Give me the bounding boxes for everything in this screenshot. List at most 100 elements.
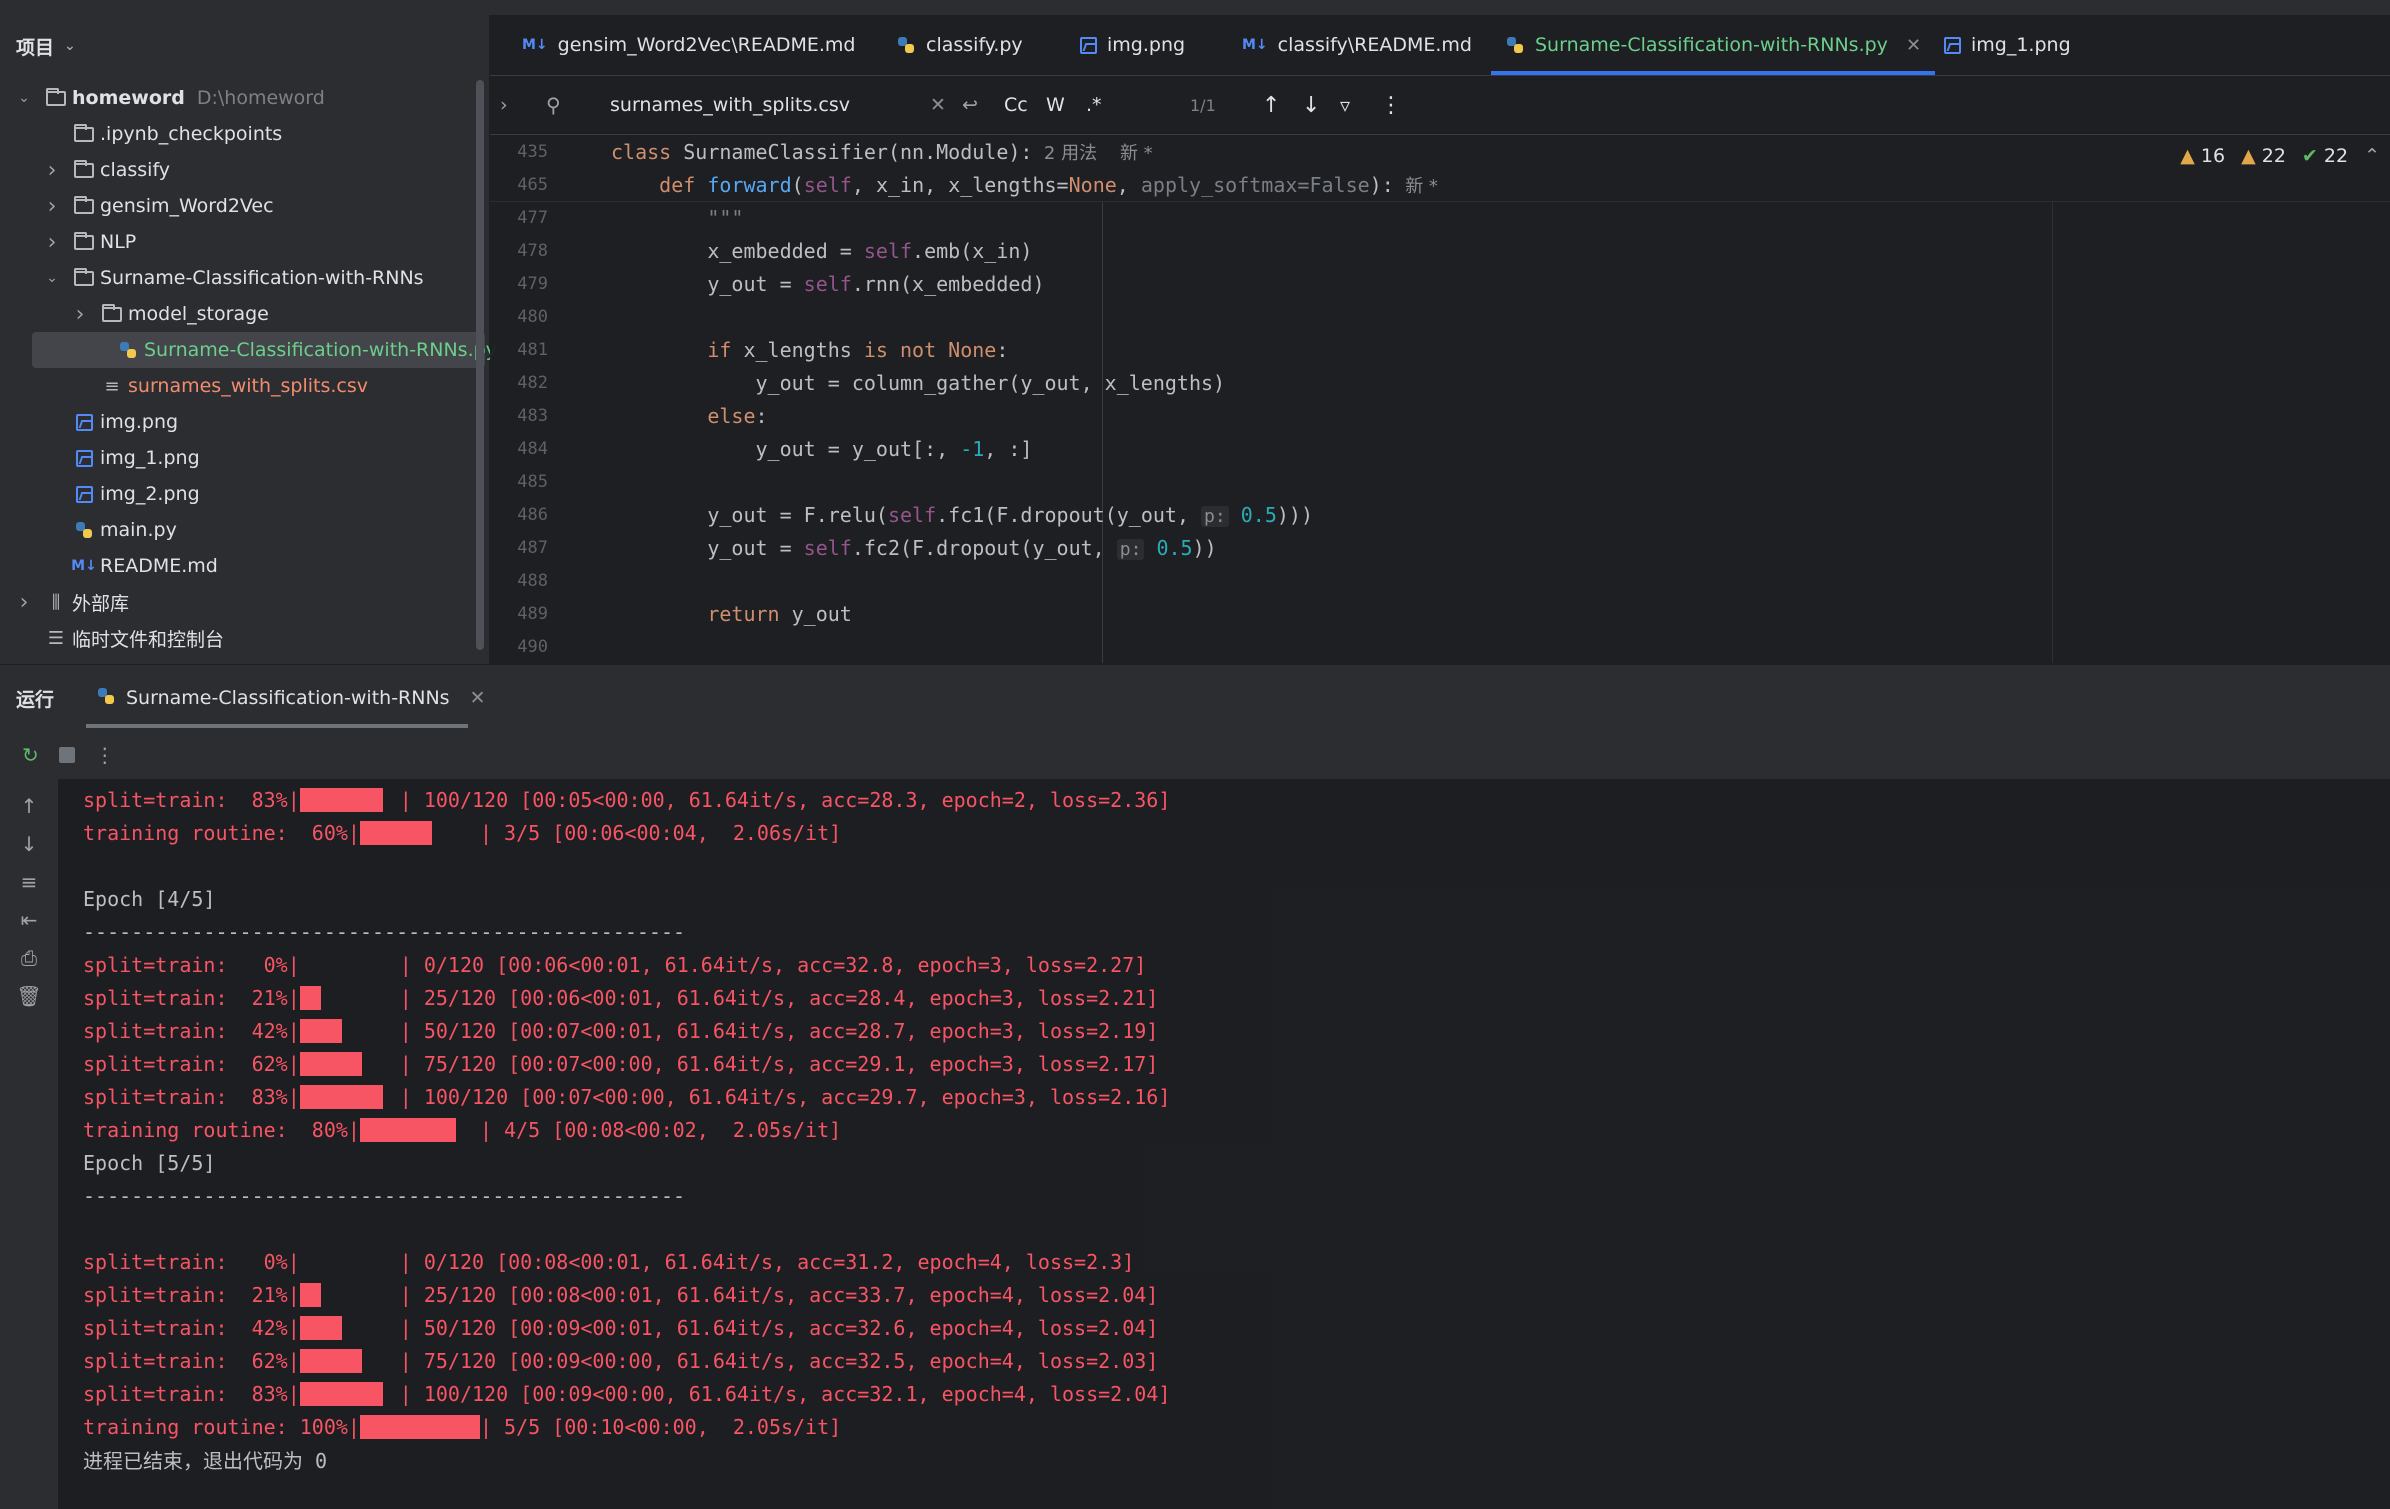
editor-tab[interactable]: Surname-Classification-with-RNNs.py ✕ bbox=[1491, 15, 1936, 75]
code-line[interactable]: 479 y_out = self.rnn(x_embedded) bbox=[490, 267, 2390, 300]
chevron-up-icon[interactable]: ⌃ bbox=[2364, 145, 2380, 167]
project-view-selector[interactable]: 项目 ⌄ bbox=[16, 29, 76, 63]
tree-item[interactable]: › gensim_Word2Vec bbox=[0, 188, 475, 224]
chevron-right-icon[interactable]: › bbox=[16, 590, 32, 615]
tree-item[interactable]: ≡ surnames_with_splits.csv bbox=[0, 368, 475, 404]
chevron-right-icon[interactable]: › bbox=[44, 230, 60, 255]
tree-item-label: gensim_Word2Vec bbox=[100, 195, 274, 217]
code-line[interactable]: 480 bbox=[490, 300, 2390, 333]
console-line: split=train: 62%| | 75/120 [00:09<00:00, … bbox=[83, 1348, 1159, 1373]
chevron-right-icon[interactable]: › bbox=[72, 302, 88, 327]
editor-tab[interactable]: img_1.png bbox=[1930, 15, 2085, 75]
tree-item[interactable]: M↓ README.md bbox=[0, 548, 475, 584]
find-input[interactable]: surnames_with_splits.csv bbox=[610, 76, 930, 134]
more-options-icon[interactable]: ⋮ bbox=[1380, 76, 1402, 134]
code-line[interactable]: 481 if x_lengths is not None: bbox=[490, 333, 2390, 366]
soft-wrap-icon[interactable]: ≡ bbox=[16, 869, 42, 895]
line-number: 482 bbox=[517, 372, 548, 393]
print-icon[interactable]: ⎙ bbox=[16, 945, 42, 971]
code-line[interactable]: 488 bbox=[490, 564, 2390, 597]
chevron-down-icon: ⌄ bbox=[64, 38, 76, 54]
trash-icon[interactable]: 🗑 bbox=[16, 983, 42, 1009]
editor-tab[interactable]: M↓ gensim_Word2Vec\README.md bbox=[508, 15, 869, 75]
rerun-icon[interactable]: ↻ bbox=[22, 743, 39, 767]
folder-icon bbox=[74, 231, 94, 250]
tree-item[interactable]: Surname-Classification-with-RNNs.py bbox=[32, 332, 497, 368]
tree-item-label: img_1.png bbox=[100, 447, 200, 469]
new-line-icon[interactable]: ↩ bbox=[962, 76, 978, 134]
chevron-right-icon[interactable]: › bbox=[44, 158, 60, 183]
code-editor[interactable]: 435 class SurnameClassifier(nn.Module): 2… bbox=[490, 135, 2390, 663]
python-icon bbox=[1507, 37, 1523, 53]
console-line: split=train: 21%| | 25/120 [00:08<00:01, … bbox=[83, 1282, 1159, 1307]
progress-bar-fill bbox=[299, 1051, 362, 1076]
code-line[interactable]: 483 else: bbox=[490, 399, 2390, 432]
scroll-to-end-icon[interactable]: ⇤ bbox=[16, 907, 42, 933]
code-line[interactable]: 478 x_embedded = self.emb(x_in) bbox=[490, 234, 2390, 267]
code-line[interactable]: 477 """ bbox=[490, 201, 2390, 234]
run-config-tab[interactable]: Surname-Classification-with-RNNs ✕ bbox=[96, 665, 486, 731]
console-line: split=train: 42%| | 50/120 [00:07<00:01, … bbox=[83, 1018, 1159, 1043]
tree-item[interactable]: › classify bbox=[0, 152, 475, 188]
run-title: 运行 bbox=[16, 688, 55, 711]
editor-tab[interactable]: img.png bbox=[1066, 15, 1199, 75]
code-text: return y_out bbox=[611, 601, 852, 626]
code-line[interactable]: 482 y_out = column_gather(y_out, x_lengt… bbox=[490, 366, 2390, 399]
sidebar-scrollbar[interactable] bbox=[476, 80, 484, 650]
whole-words-toggle[interactable]: W bbox=[1046, 76, 1065, 134]
more-options-icon[interactable]: ⋮ bbox=[95, 743, 115, 767]
previous-occurrence-icon[interactable]: ↑ bbox=[1262, 76, 1280, 134]
progress-bar-fill bbox=[359, 1117, 456, 1142]
code-line[interactable]: 490 bbox=[490, 630, 2390, 663]
sticky-code-line[interactable]: 435 class SurnameClassifier(nn.Module): 2… bbox=[490, 135, 2390, 169]
chevron-right-icon[interactable]: › bbox=[44, 194, 60, 219]
tree-item[interactable]: img.png bbox=[0, 404, 475, 440]
code-line[interactable]: 485 bbox=[490, 465, 2390, 498]
tree-item[interactable]: › NLP bbox=[0, 224, 475, 260]
code-line[interactable]: 487 y_out = self.fc2(F.dropout(y_out, p:… bbox=[490, 531, 2390, 564]
run-console[interactable]: split=train: 83%| | 100/120 [00:05<00:00,… bbox=[58, 779, 2390, 1509]
code-text: y_out = F.relu(self.fc1(F.dropout(y_out,… bbox=[611, 502, 1314, 527]
next-occurrence-icon[interactable]: ↓ bbox=[1302, 76, 1320, 134]
folder-icon bbox=[102, 303, 122, 322]
line-number: 481 bbox=[517, 339, 548, 360]
match-case-toggle[interactable]: Cc bbox=[1004, 76, 1028, 134]
tree-item[interactable]: ⌄ homeword D:\homeword bbox=[0, 80, 475, 116]
code-text: def forward(self, x_in, x_lengths=None, … bbox=[659, 172, 1438, 197]
code-line[interactable]: 486 y_out = F.relu(self.fc1(F.dropout(y_… bbox=[490, 498, 2390, 531]
tree-item[interactable]: img_2.png bbox=[0, 476, 475, 512]
window-top-strip bbox=[0, 0, 2390, 15]
folder-icon bbox=[46, 87, 66, 106]
chevron-down-icon[interactable]: ⌄ bbox=[44, 270, 60, 286]
line-number: 490 bbox=[517, 636, 548, 657]
weak-warning-count: ▲ 22 bbox=[2241, 145, 2286, 167]
line-number: 478 bbox=[517, 240, 548, 261]
code-line[interactable]: 489 return y_out bbox=[490, 597, 2390, 630]
tree-item[interactable]: › ⫼ 外部库 bbox=[0, 584, 475, 620]
tree-item[interactable]: › model_storage bbox=[0, 296, 475, 332]
folder-icon bbox=[74, 123, 94, 142]
regex-toggle[interactable]: .* bbox=[1086, 76, 1102, 134]
editor-tab[interactable]: M↓ classify\README.md bbox=[1228, 15, 1486, 75]
project-sidebar: 项目 ⌄ ⌄ homeword D:\homeword .ipynb_checkpoi… bbox=[0, 15, 497, 665]
editor-tab[interactable]: classify.py bbox=[882, 15, 1037, 75]
progress-bar-fill bbox=[359, 1414, 480, 1439]
expand-replace-icon[interactable]: › bbox=[500, 76, 530, 134]
search-icon[interactable]: ⚲ bbox=[546, 76, 561, 134]
arrow-up-icon[interactable]: ↑ bbox=[16, 793, 42, 819]
chevron-down-icon[interactable]: ⌄ bbox=[16, 90, 32, 106]
tree-item[interactable]: img_1.png bbox=[0, 440, 475, 476]
tree-item[interactable]: ☰ 临时文件和控制台 bbox=[0, 620, 475, 656]
sticky-code-line[interactable]: 465 def forward(self, x_in, x_lengths=No… bbox=[490, 168, 2390, 202]
tree-item[interactable]: main.py bbox=[0, 512, 475, 548]
close-icon[interactable]: ✕ bbox=[1906, 35, 1921, 56]
arrow-down-icon[interactable]: ↓ bbox=[16, 831, 42, 857]
filter-icon[interactable]: ▿ bbox=[1340, 76, 1350, 134]
stop-icon[interactable] bbox=[58, 747, 75, 763]
inspection-widget[interactable]: ▲ 16 ▲ 22 ✔ 22 ⌃ bbox=[2180, 145, 2380, 167]
code-line[interactable]: 484 y_out = y_out[:, -1, :] bbox=[490, 432, 2390, 465]
close-icon[interactable]: ✕ bbox=[470, 687, 486, 709]
tree-item[interactable]: ⌄ Surname-Classification-with-RNNs bbox=[0, 260, 475, 296]
tree-item[interactable]: .ipynb_checkpoints bbox=[0, 116, 475, 152]
clear-search-icon[interactable]: ✕ bbox=[930, 76, 946, 134]
